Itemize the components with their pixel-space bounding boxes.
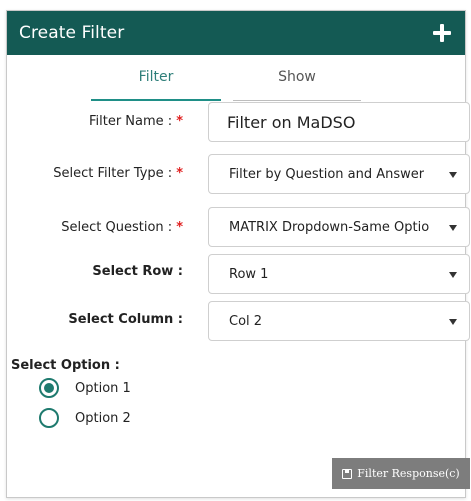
question-label-text: Select Question : bbox=[61, 220, 173, 235]
question-label: Select Question : * bbox=[61, 220, 183, 235]
column-value: Col 2 bbox=[229, 313, 263, 329]
row-select[interactable]: Row 1 bbox=[208, 254, 470, 294]
filter-type-value: Filter by Question and Answer bbox=[229, 166, 425, 182]
required-mark: * bbox=[176, 220, 183, 235]
question-select[interactable]: MATRIX Dropdown-Same Options bbox=[208, 207, 470, 247]
filter-name-value: Filter on MaDSO bbox=[227, 112, 356, 132]
tab-filter[interactable]: Filter bbox=[91, 69, 221, 101]
required-mark: * bbox=[176, 166, 183, 181]
save-icon bbox=[342, 468, 353, 479]
select-option-label: Select Option : bbox=[11, 358, 120, 373]
option-1-radio[interactable]: Option 1 bbox=[39, 378, 131, 398]
radio-checked-icon bbox=[39, 378, 59, 398]
option-2-label: Option 2 bbox=[75, 410, 131, 426]
filter-response-button[interactable]: Filter Response(c) bbox=[332, 458, 470, 489]
chevron-down-icon bbox=[449, 319, 457, 325]
chevron-down-icon bbox=[449, 172, 457, 178]
create-filter-panel: Create Filter Filter Show Filter Name : *… bbox=[6, 10, 470, 498]
filter-response-label: Filter Response(c) bbox=[357, 467, 460, 480]
filter-name-input[interactable]: Filter on MaDSO bbox=[208, 102, 470, 142]
option-1-label: Option 1 bbox=[75, 380, 131, 396]
filter-type-select[interactable]: Filter by Question and Answer bbox=[208, 154, 470, 194]
filter-name-label: Filter Name : * bbox=[89, 114, 183, 129]
required-mark: * bbox=[176, 114, 183, 129]
chevron-down-icon bbox=[449, 272, 457, 278]
column-label: Select Column : bbox=[68, 312, 183, 327]
panel-header: Create Filter bbox=[7, 11, 465, 55]
tab-show[interactable]: Show bbox=[233, 69, 361, 101]
plus-icon[interactable] bbox=[433, 24, 451, 42]
panel-title: Create Filter bbox=[19, 23, 125, 43]
option-2-radio[interactable]: Option 2 bbox=[39, 408, 131, 428]
chevron-down-icon bbox=[449, 225, 457, 231]
row-value: Row 1 bbox=[229, 266, 269, 282]
column-select[interactable]: Col 2 bbox=[208, 301, 470, 341]
filter-type-label-text: Select Filter Type : bbox=[53, 166, 173, 181]
filter-name-label-text: Filter Name : bbox=[88, 114, 173, 129]
question-value: MATRIX Dropdown-Same Options bbox=[229, 219, 429, 235]
radio-dot bbox=[44, 383, 54, 393]
row-label: Select Row : bbox=[92, 264, 183, 279]
filter-type-label: Select Filter Type : * bbox=[53, 166, 183, 181]
radio-unchecked-icon bbox=[39, 408, 59, 428]
